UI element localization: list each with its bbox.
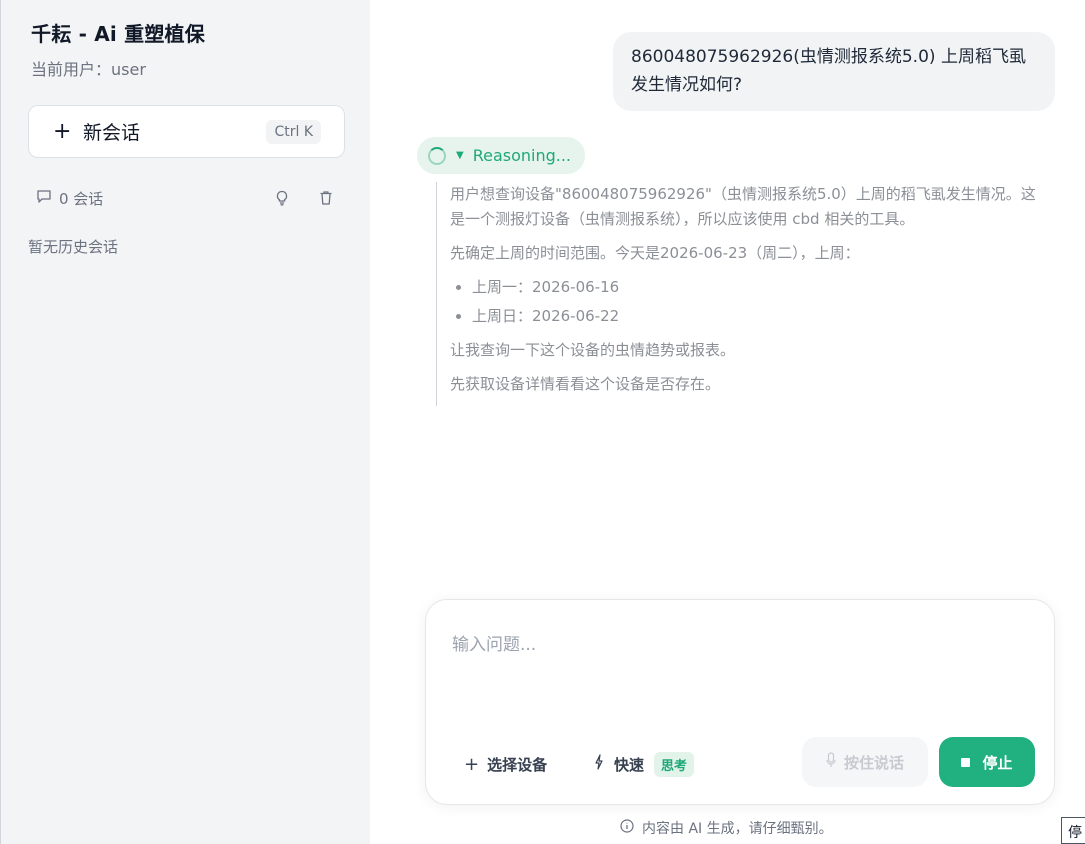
list-item: 上周日：2026-06-22: [472, 304, 1036, 329]
loading-spinner-icon: [428, 146, 446, 165]
stop-button[interactable]: 停止: [939, 737, 1035, 787]
chat-main: 860048075962926(虫情测报系统5.0) 上周稻飞虱发生情况如何? …: [370, 0, 1085, 844]
plus-icon: +: [53, 118, 72, 144]
think-badge[interactable]: 思考: [654, 751, 695, 777]
microphone-icon: [826, 752, 836, 772]
voice-label: 按住说话: [843, 753, 904, 772]
new-chat-button[interactable]: + 新会话 Ctrl K: [28, 105, 345, 158]
fast-mode-button[interactable]: 快速 思考: [594, 751, 695, 777]
new-chat-label: 新会话: [83, 122, 141, 144]
reasoning-paragraph: 让我查询一下这个设备的虫情趋势或报表。: [450, 341, 736, 359]
voice-button[interactable]: 按住说话: [802, 737, 928, 787]
lightbulb-icon[interactable]: [272, 188, 292, 208]
composer: + 选择设备 快速 思考 按住说话 停止: [425, 599, 1055, 805]
session-toolbar: 0 会话: [36, 186, 336, 210]
stop-icon: [961, 757, 971, 767]
disclaimer-text: 内容由 AI 生成，请仔细甄别。: [642, 821, 833, 837]
reasoning-paragraph: 用户想查询设备"860048075962926"（虫情测报系统5.0）上周的稻飞…: [450, 185, 1036, 228]
chat-bubble-icon: [36, 188, 52, 208]
plus-icon: +: [464, 753, 480, 775]
current-user-label: 当前用户：user: [31, 60, 146, 79]
reasoning-content: 用户想查询设备"860048075962926"（虫情测报系统5.0）上周的稻飞…: [436, 182, 1036, 406]
list-item: 上周一：2026-06-16: [472, 275, 1036, 300]
reasoning-paragraph: 先获取设备详情看看这个设备是否存在。: [450, 375, 721, 393]
app-title: 千耘 - Ai 重塑植保: [31, 22, 205, 46]
caret-down-icon: ▼: [456, 150, 464, 161]
select-device-label: 选择设备: [487, 755, 548, 774]
fast-mode-label: 快速: [614, 755, 645, 774]
reasoning-toggle[interactable]: ▼ Reasoning...: [417, 137, 585, 174]
reasoning-paragraph: 先确定上周的时间范围。今天是2026-06-23（周二），上周：: [450, 244, 860, 262]
user-message: 860048075962926(虫情测报系统5.0) 上周稻飞虱发生情况如何?: [613, 32, 1055, 111]
stop-label: 停止: [982, 753, 1013, 772]
session-count: 0 会话: [59, 189, 104, 208]
select-device-button[interactable]: + 选择设备: [464, 751, 547, 777]
sidebar: 千耘 - Ai 重塑植保 当前用户：user + 新会话 Ctrl K 0 会话…: [0, 0, 370, 844]
corner-tab[interactable]: 停: [1061, 817, 1085, 844]
trash-icon[interactable]: [316, 188, 336, 208]
ai-disclaimer: 内容由 AI 生成，请仔细甄别。: [620, 818, 833, 838]
empty-history-text: 暂无历史会话: [28, 238, 119, 256]
reasoning-list: 上周一：2026-06-16 上周日：2026-06-22: [450, 275, 1036, 329]
question-input[interactable]: [450, 628, 1030, 708]
lightning-icon: [594, 754, 604, 774]
shortcut-hint: Ctrl K: [266, 119, 321, 144]
reasoning-label: Reasoning...: [472, 146, 572, 165]
info-icon: [620, 819, 634, 837]
